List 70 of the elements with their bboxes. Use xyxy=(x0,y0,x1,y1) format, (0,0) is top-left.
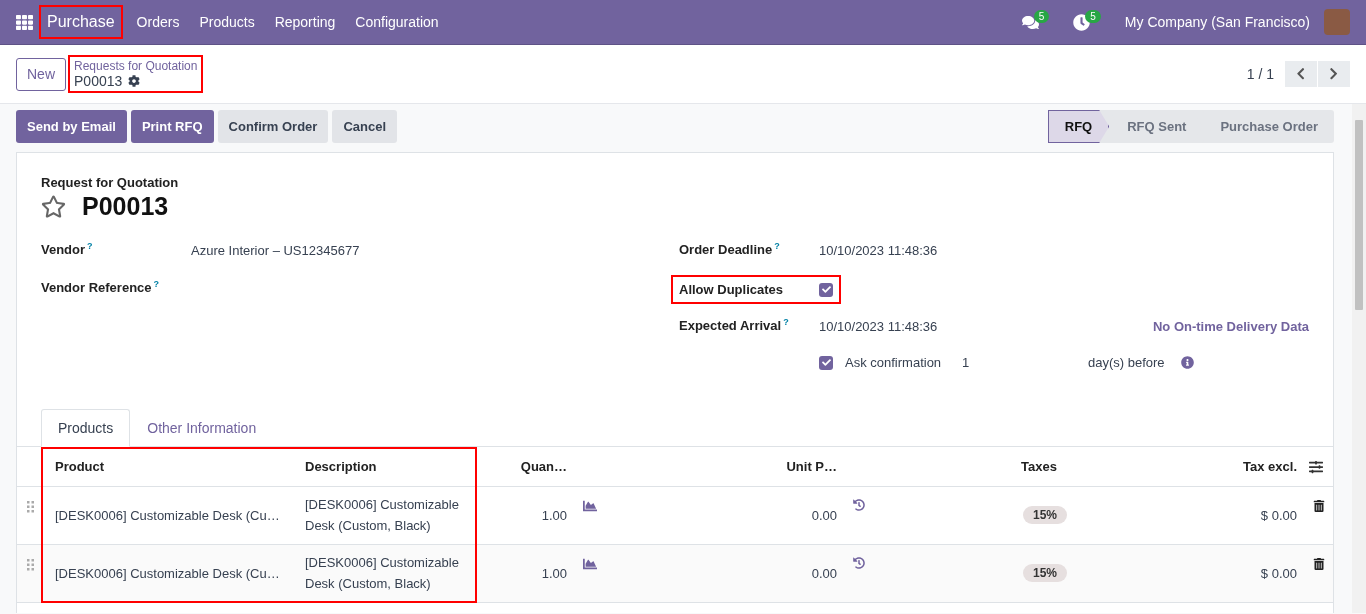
star-icon[interactable] xyxy=(41,194,66,219)
table-cell-text: [DESK0006] Customizable Desk (Custom, Black) xyxy=(304,496,460,535)
company-switcher[interactable]: My Company (San Francisco) xyxy=(1124,14,1310,30)
checkbox[interactable] xyxy=(819,282,833,297)
drag-handle-icon[interactable] xyxy=(27,501,34,513)
form-subtitle: Request for Quotation xyxy=(41,175,180,190)
field-label: Expected Arrival$^{?}$ xyxy=(679,316,790,336)
field-label: Allow Duplicates xyxy=(679,281,785,299)
apps-grid-icon[interactable] xyxy=(16,13,33,31)
previous-button[interactable] xyxy=(1285,61,1317,87)
column-header[interactable]: Unit P… xyxy=(637,459,847,474)
field-label: Vendor$^{?}$ xyxy=(41,240,94,260)
action-button[interactable]: Confirm Order xyxy=(217,110,329,143)
tab[interactable]: Other Information xyxy=(130,409,274,447)
scrollbar[interactable] xyxy=(1352,104,1366,613)
field-label: Vendor Reference$^{?}$ xyxy=(41,278,161,298)
checkbox[interactable] xyxy=(819,355,833,370)
tab[interactable]: Products xyxy=(41,409,131,447)
action-button[interactable]: Send by Email xyxy=(16,110,127,143)
history-icon[interactable] xyxy=(853,557,865,569)
delivery-data-link[interactable]: No On-time Delivery Data xyxy=(1152,315,1309,334)
chat-icon[interactable] xyxy=(1021,13,1039,31)
history-icon[interactable] xyxy=(853,499,865,511)
table-cell-text: $ 0.00 xyxy=(1259,565,1298,583)
tax-tag: 15% xyxy=(1023,506,1068,524)
trash-icon[interactable] xyxy=(1313,558,1325,570)
action-button[interactable]: Cancel xyxy=(332,110,398,143)
menu-item[interactable]: Configuration xyxy=(345,14,449,30)
status-step[interactable]: RFQ xyxy=(1047,110,1110,143)
field-suffix: day(s) before xyxy=(1088,355,1165,370)
drag-handle-icon[interactable] xyxy=(27,559,34,571)
menu-item[interactable]: Orders xyxy=(126,14,190,30)
column-header[interactable]: Tax excl. xyxy=(1177,459,1307,474)
table-cell-text: [DESK0006] Customizable Desk (Custom, Black) xyxy=(304,554,460,593)
field-label: Order Deadline$^{?}$ xyxy=(679,240,781,260)
trash-icon[interactable] xyxy=(1313,500,1325,512)
column-header[interactable]: Product xyxy=(41,459,291,474)
column-header[interactable]: Quan… xyxy=(477,459,577,474)
info-icon[interactable] xyxy=(1180,356,1194,369)
table-cell-text: [DESK0006] Customizable Desk (Cu… xyxy=(54,507,281,525)
next-button[interactable] xyxy=(1318,61,1350,87)
record-title: P00013 xyxy=(82,192,169,221)
menu-item[interactable]: Reporting xyxy=(264,14,346,30)
count-badge: 5 xyxy=(1085,9,1101,23)
action-button[interactable]: Print RFQ xyxy=(130,110,214,143)
column-header[interactable]: Taxes xyxy=(1007,459,1177,474)
pager-value: 1 / 1 xyxy=(1246,66,1274,82)
new-button[interactable]: New xyxy=(16,57,66,91)
table-cell-text: 1.00 xyxy=(540,507,568,525)
count-badge: 5 xyxy=(1033,9,1050,23)
settings-icon[interactable] xyxy=(1309,459,1323,474)
column-header[interactable]: Description xyxy=(291,459,477,474)
area-chart-icon[interactable] xyxy=(583,557,597,571)
table-cell-text: [DESK0006] Customizable Desk (Cu… xyxy=(54,565,281,583)
record-name: P00013 xyxy=(74,73,123,89)
breadcrumb-link[interactable]: Requests for Quotation xyxy=(74,59,198,73)
table-cell-text: $ 0.00 xyxy=(1259,507,1298,525)
field-value[interactable]: 1 xyxy=(962,355,1088,370)
field-value[interactable]: Azure Interior – US12345677 xyxy=(191,239,360,258)
field-value[interactable]: 10/10/2023 11:48:36 xyxy=(819,315,938,334)
table-cell-text: 1.00 xyxy=(540,565,568,583)
field-value[interactable]: 10/10/2023 11:48:36 xyxy=(819,239,938,258)
settings-icon[interactable] xyxy=(128,75,141,87)
area-chart-icon[interactable] xyxy=(583,499,597,513)
menu-item[interactable]: Products xyxy=(189,14,265,30)
app-name[interactable]: Purchase xyxy=(41,7,121,37)
table-cell-text: 0.00 xyxy=(810,507,838,525)
checkbox-label: Ask confirmation xyxy=(845,355,943,370)
tax-tag: 15% xyxy=(1023,564,1068,582)
table-cell-text: 0.00 xyxy=(810,565,838,583)
